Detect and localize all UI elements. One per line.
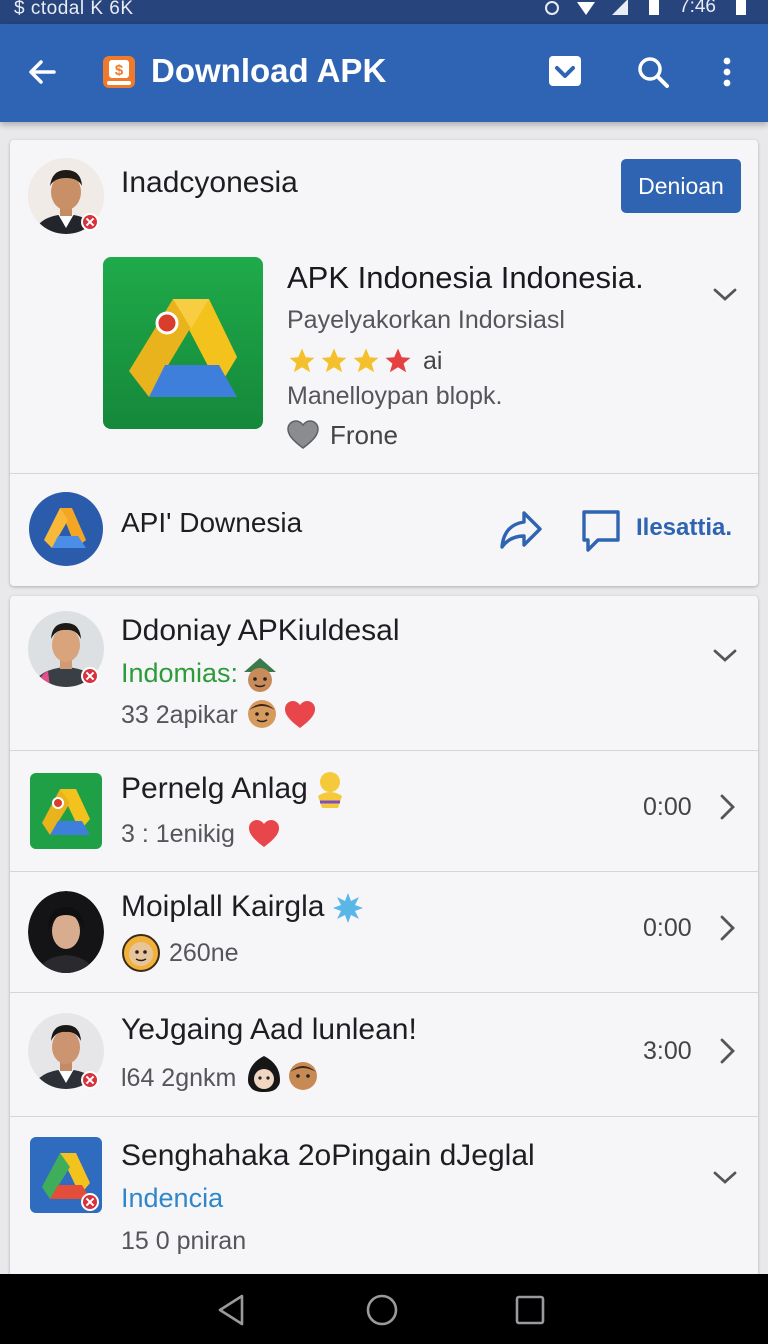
nav-home-icon[interactable]: [362, 1290, 402, 1330]
remove-badge-icon: [81, 1193, 99, 1211]
remove-badge-icon: [81, 667, 99, 685]
status-icons: 7:46: [543, 0, 750, 18]
divider: [10, 1116, 758, 1117]
featured-footer-name: API' Downesia: [121, 507, 303, 538]
heart-icon: [249, 820, 279, 847]
drive-app-icon: [30, 773, 102, 849]
svg-text:$: $: [115, 62, 124, 79]
list-item-title: Senghahaka 2oPingain dJeglal: [121, 1139, 535, 1172]
list-item-subtitle: l64 2gnkm: [121, 1064, 237, 1092]
featured-user-name: Inadcyonesia: [121, 166, 298, 199]
alarm-icon: [545, 1, 560, 15]
share-label[interactable]: Ilesattia.: [636, 514, 732, 542]
list-item-time: 0:00: [643, 793, 692, 821]
star-red-icon: [385, 348, 411, 373]
heart-grey-icon[interactable]: [287, 420, 319, 450]
list-item-time: 0:00: [643, 914, 692, 942]
list-item-title: Ddoniay APKiuldesal: [121, 614, 400, 647]
app-bar: $ Download APK: [0, 24, 768, 122]
divider: [10, 473, 758, 474]
system-nav-bar: [0, 1274, 768, 1344]
divider: [10, 871, 758, 872]
chevron-down-icon[interactable]: [710, 280, 740, 310]
sparkle-badge-icon: [333, 893, 363, 923]
search-icon[interactable]: [633, 52, 673, 92]
face-emoji-icon: [289, 1062, 317, 1090]
list-item-subtitle: Indencia: [121, 1183, 224, 1213]
list-item-title: YeJgaing Aad lunlean!: [121, 1013, 417, 1046]
list-item-subtitle: Indomias:: [121, 658, 239, 688]
featured-app-subtitle: Payelyakorkan Indorsiasl: [287, 306, 565, 334]
remove-badge-icon: [81, 1071, 99, 1089]
user-portrait-icon: [28, 891, 104, 973]
featured-app-title: APK Indonesia Indonesia.: [287, 260, 644, 295]
download-button[interactable]: Denioan: [621, 159, 741, 213]
signal-icon: [612, 0, 629, 15]
star-full-icon: [353, 348, 379, 373]
status-time: 7:46: [679, 0, 716, 17]
remove-badge-icon: [81, 213, 99, 231]
chevron-down-icon[interactable]: [710, 641, 740, 671]
battery-full-icon: [736, 0, 746, 15]
divider: [10, 992, 758, 993]
app-logo-icon: $: [103, 56, 135, 88]
comment-icon[interactable]: [580, 508, 622, 554]
status-left-text: $ ctodal K 6K: [14, 0, 134, 19]
wifi-icon: [577, 2, 596, 15]
list-item-subtitle: 260ne: [169, 939, 239, 967]
face-emoji-icon: [122, 934, 160, 972]
list-item-meta: 33 2apikar: [121, 701, 238, 729]
featured-app-developer: Manelloypan blopk.: [287, 382, 503, 410]
chevron-right-icon[interactable]: [712, 1036, 742, 1066]
page-title: Download APK: [151, 52, 387, 89]
rating-suffix: ai: [423, 346, 443, 375]
back-arrow-icon[interactable]: [22, 52, 62, 92]
list-item-title: Pernelg Anlag: [121, 772, 308, 805]
face-emoji-icon: [248, 700, 276, 728]
star-full-icon: [289, 348, 315, 373]
chevron-right-icon[interactable]: [712, 913, 742, 943]
list-item-time: 3:00: [643, 1037, 692, 1065]
divider: [10, 750, 758, 751]
wizard-emoji-icon: [244, 658, 276, 692]
list-item-title: Moiplall Kairgla: [121, 890, 325, 923]
heart-icon: [285, 701, 315, 728]
person-emoji-icon: [318, 772, 342, 808]
avatar: [28, 891, 104, 973]
pocket-save-icon[interactable]: [545, 52, 585, 92]
featured-app-price: Frone: [330, 420, 398, 450]
drive-app-icon[interactable]: [103, 257, 263, 429]
more-options-icon[interactable]: [707, 52, 747, 92]
nav-recents-icon[interactable]: [510, 1290, 550, 1330]
star-full-icon: [321, 348, 347, 373]
battery-icon: [649, 0, 660, 15]
share-icon[interactable]: [498, 505, 544, 551]
app-avatar-icon[interactable]: [28, 490, 104, 568]
hooded-face-emoji-icon: [248, 1056, 280, 1092]
list-item-subtitle: 3 : 1enikig: [121, 820, 235, 848]
chevron-down-icon[interactable]: [710, 1163, 740, 1193]
list-item-meta: 15 0 pniran: [121, 1227, 247, 1255]
status-bar: $ ctodal K 6K 7:46: [0, 0, 768, 24]
chevron-right-icon[interactable]: [712, 792, 742, 822]
rating-stars: ai: [287, 344, 442, 378]
nav-back-icon[interactable]: [212, 1290, 252, 1330]
